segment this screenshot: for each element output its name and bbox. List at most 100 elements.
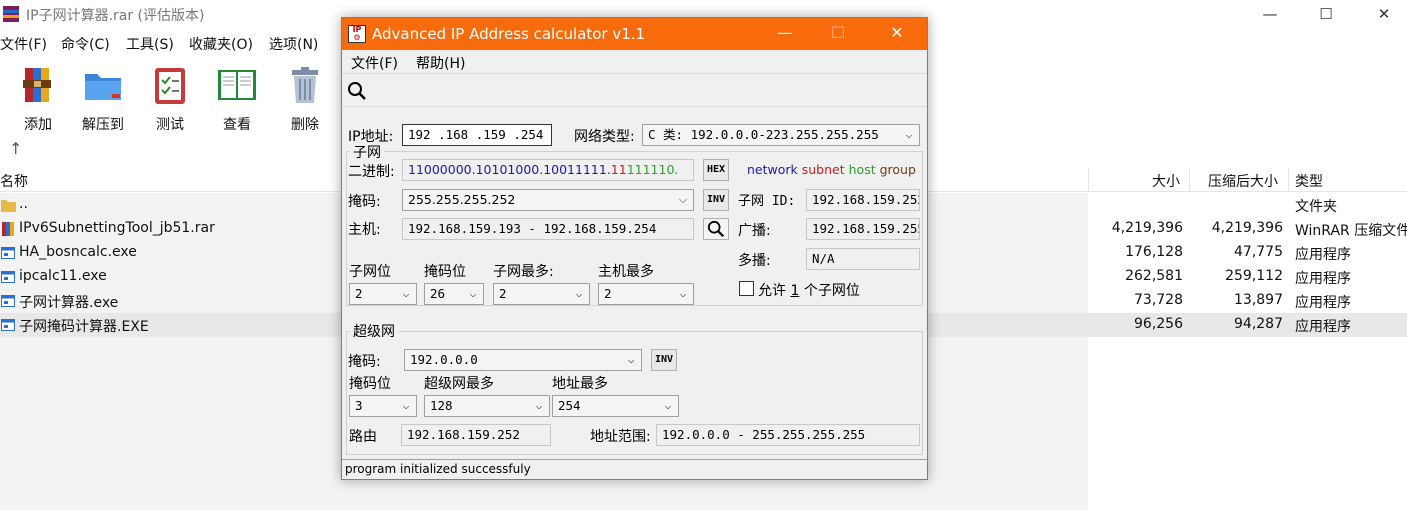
- search-icon[interactable]: [347, 81, 367, 101]
- bit-color-legend: network subnet host group: [747, 162, 916, 177]
- menu-favorites[interactable]: 收藏夹(O): [189, 34, 253, 54]
- add-button[interactable]: 添加: [8, 60, 68, 133]
- exe-file-icon: [1, 247, 15, 259]
- chevron-down-icon: ⌵: [469, 287, 477, 300]
- max-hosts-label: 主机最多: [598, 264, 654, 280]
- up-folder-icon[interactable]: ↑: [9, 139, 22, 158]
- hex-button[interactable]: HEX: [703, 159, 729, 181]
- calc-menu-file[interactable]: 文件(F): [351, 53, 398, 73]
- supernet-mask-bits-select[interactable]: 3 ⌵: [349, 395, 417, 417]
- clipboard-check-icon: [155, 68, 185, 104]
- column-size[interactable]: 大小: [1152, 171, 1180, 191]
- allow-subnet-checkbox[interactable]: [739, 281, 754, 296]
- calc-minimize-button[interactable]: —: [770, 23, 800, 42]
- mask-bits-label: 掩码位: [424, 264, 466, 280]
- rar-file-icon: [2, 222, 14, 236]
- route-label: 路由: [349, 429, 377, 445]
- address-max-value: 254: [558, 398, 581, 413]
- calc-menu-help[interactable]: 帮助(H): [416, 53, 465, 73]
- mask-inv-button[interactable]: INV: [703, 189, 729, 211]
- test-label: 测试: [156, 117, 184, 133]
- binary-label: 二进制:: [348, 164, 395, 180]
- search-icon: [707, 220, 724, 237]
- column-name[interactable]: 名称: [0, 171, 28, 191]
- chevron-down-icon: ⌵: [664, 399, 672, 412]
- menu-options[interactable]: 选项(N): [269, 34, 318, 54]
- binary-output: 11000000.10101000.10011111.11111110.: [402, 159, 694, 181]
- address-range-output: 192.0.0.0 - 255.255.255.255: [656, 424, 920, 446]
- view-label: 查看: [223, 117, 251, 133]
- column-divider[interactable]: [1189, 168, 1190, 192]
- network-type-select[interactable]: C 类: 192.0.0.0-223.255.255.255 ⌵: [642, 124, 920, 146]
- subnet-id-label: 子网 ID:: [738, 194, 796, 209]
- max-subnets-value: 2: [499, 286, 507, 301]
- address-max-select[interactable]: 254 ⌵: [552, 395, 679, 417]
- file-packed: 13,897: [1234, 292, 1283, 308]
- status-bar: program initialized successfuly: [342, 459, 927, 479]
- menu-file[interactable]: 文件(F): [0, 34, 47, 54]
- view-button[interactable]: 查看: [207, 60, 267, 133]
- subnet-bits-select[interactable]: 2 ⌵: [349, 283, 417, 305]
- max-hosts-value: 2: [604, 286, 612, 301]
- allow-bits-value: 1: [790, 283, 800, 299]
- max-hosts-select[interactable]: 2 ⌵: [598, 283, 694, 305]
- column-divider[interactable]: [1288, 168, 1289, 192]
- file-name: HA_bosncalc.exe: [19, 244, 137, 260]
- chevron-down-icon: ⌵: [679, 287, 687, 300]
- supernet-inv-button[interactable]: INV: [651, 349, 677, 371]
- menu-command[interactable]: 命令(C): [61, 34, 110, 54]
- supernet-max-select[interactable]: 128 ⌵: [424, 395, 550, 417]
- app-icon: IP ⚙: [348, 25, 366, 43]
- minimize-button[interactable]: —: [1247, 2, 1293, 28]
- rar-window-title: IP子网计算器.rar (评估版本): [26, 8, 205, 24]
- file-size: 96,256: [1134, 316, 1183, 332]
- supernet-mask-label: 掩码:: [348, 354, 381, 370]
- calc-titlebar: IP ⚙ Advanced IP Address calculator v1.1 …: [342, 18, 927, 50]
- test-button[interactable]: 测试: [140, 60, 200, 133]
- folder-icon: [1, 200, 16, 212]
- binary-host-bits: 111110: [626, 162, 675, 177]
- exe-file-icon: [1, 319, 15, 331]
- file-packed: 259,112: [1225, 268, 1283, 284]
- host-search-button[interactable]: [703, 218, 729, 240]
- file-name: 子网掩码计算器.EXE: [19, 319, 149, 335]
- subnet-id-output: 192.168.159.252: [806, 189, 920, 211]
- legend-network: network: [747, 162, 798, 177]
- ip-address-input[interactable]: 192 .168 .159 .254: [402, 124, 552, 146]
- subnet-bits-value: 2: [355, 286, 363, 301]
- mask-bits-select[interactable]: 26 ⌵: [424, 283, 484, 305]
- subnet-group-title: 子网: [350, 142, 384, 162]
- column-divider[interactable]: [1088, 168, 1089, 192]
- max-subnets-select[interactable]: 2 ⌵: [493, 283, 590, 305]
- network-type-label: 网络类型:: [574, 129, 635, 145]
- host-label: 主机:: [348, 222, 381, 238]
- calc-menubar: 文件(F) 帮助(H): [342, 50, 927, 74]
- address-max-label: 地址最多: [552, 376, 608, 392]
- delete-button[interactable]: 删除: [275, 60, 335, 133]
- file-name: ..: [19, 196, 28, 212]
- file-type: 文件夹: [1295, 199, 1337, 215]
- file-size: 262,581: [1125, 268, 1183, 284]
- supernet-group-title: 超级网: [350, 321, 398, 341]
- close-button[interactable]: ✕: [1361, 2, 1407, 28]
- legend-subnet: subnet: [801, 162, 845, 177]
- column-packed[interactable]: 压缩后大小: [1208, 171, 1278, 191]
- file-type: 应用程序: [1295, 319, 1351, 335]
- file-size: 73,728: [1134, 292, 1183, 308]
- calc-toolbar: [342, 75, 927, 107]
- calc-maximize-button: ☐: [830, 23, 846, 42]
- menu-tools[interactable]: 工具(S): [126, 34, 174, 54]
- mask-select[interactable]: 255.255.255.252 ⌵: [402, 189, 694, 211]
- winrar-logo-icon: [3, 6, 19, 22]
- multicast-output: N/A: [806, 248, 920, 270]
- extract-label: 解压到: [82, 117, 124, 133]
- calc-close-button[interactable]: ✕: [882, 23, 912, 42]
- extract-button[interactable]: 解压到: [73, 60, 133, 133]
- delete-label: 删除: [291, 117, 319, 133]
- supernet-mask-value: 192.0.0.0: [410, 352, 478, 367]
- file-packed: 47,775: [1234, 244, 1283, 260]
- column-type[interactable]: 类型: [1295, 171, 1323, 191]
- maximize-button[interactable]: ☐: [1303, 2, 1349, 28]
- chevron-down-icon: ⌵: [627, 353, 635, 366]
- supernet-mask-select[interactable]: 192.0.0.0 ⌵: [404, 349, 642, 371]
